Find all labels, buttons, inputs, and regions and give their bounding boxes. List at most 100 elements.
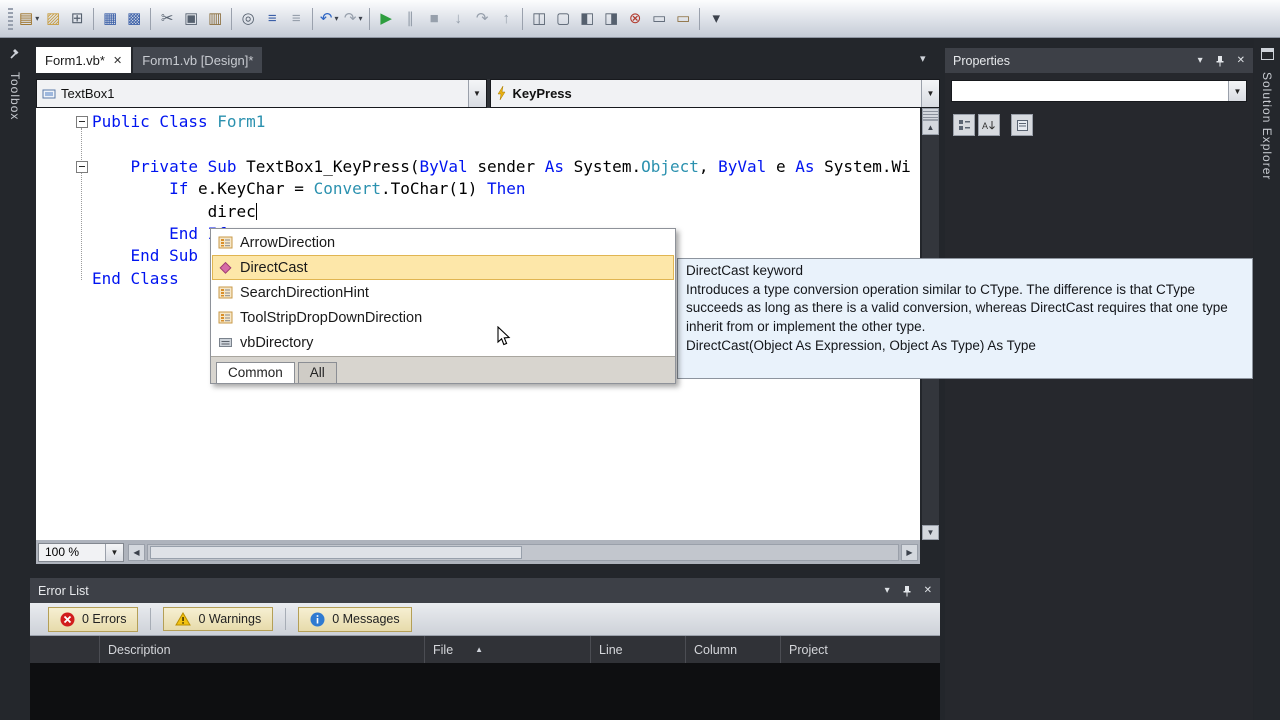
immediate-window-icon[interactable]: ▭	[647, 6, 671, 32]
solution-explorer-rail-tab[interactable]: Solution Explorer	[1254, 38, 1280, 720]
toolbar-icon-glyph: ✂	[160, 10, 174, 27]
zoom-combo[interactable]: 100 % ▼	[38, 542, 124, 562]
save-all-icon[interactable]: ▩	[122, 6, 146, 32]
toolbox-window-icon[interactable]: ◨	[599, 6, 623, 32]
save-icon[interactable]: ▦	[98, 6, 122, 32]
horizontal-scroll-thumb[interactable]	[150, 545, 522, 559]
find-icon[interactable]: ◎	[236, 6, 260, 32]
toolbar-icon-glyph: ▣	[184, 10, 199, 27]
add-new-project-icon[interactable]: ⊞	[65, 6, 89, 32]
error-filter-button[interactable]: 0 Errors	[48, 606, 139, 632]
code-line[interactable]: Public Class Form1	[36, 111, 920, 133]
undo-icon[interactable]: ↶ ▾	[317, 6, 341, 32]
tab-list-chevron-icon[interactable]: ▾	[920, 52, 926, 65]
toolbar-icons: ▤ ▾ ▨ ⊞ ▦ ▩ ✂ ▣ ▥ ◎ ≡ ≡ ↶ ▾ ↷ ▾ ▶ ∥ ■ ↓ ↷ ↑ ◫ ▢ ◧ ◨ ⊗ ▭ ▭ ▾	[17, 6, 728, 32]
error-filter-button[interactable]: 0 Messages	[298, 606, 412, 632]
completion-item[interactable]: ArrowDirection	[212, 230, 674, 255]
property-pages-icon[interactable]	[1011, 114, 1033, 136]
object-combo-dropdown-icon[interactable]: ▼	[467, 80, 486, 107]
code-line[interactable]: direc	[36, 201, 920, 223]
error-list-title: Error List	[38, 583, 89, 598]
toolbar-icon-glyph: ↶	[319, 10, 333, 27]
column-header[interactable]: Description	[100, 636, 425, 663]
uncomment-icon[interactable]: ≡	[284, 6, 308, 32]
column-header[interactable]: File ▲	[425, 636, 591, 663]
redo-icon[interactable]: ↷ ▾	[341, 6, 365, 32]
toolbar-icon-glyph: ◫	[532, 10, 547, 27]
horizontal-scroll-track[interactable]	[147, 543, 899, 561]
close-icon[interactable]: ✕	[1237, 55, 1245, 66]
scroll-down-icon[interactable]: ▼	[922, 525, 939, 540]
toolbar-grip[interactable]	[8, 7, 13, 30]
scroll-right-icon[interactable]: ▶	[901, 543, 918, 561]
split-editor-handle[interactable]	[922, 108, 939, 120]
completion-filter-tab[interactable]: Common	[216, 362, 295, 383]
comment-icon[interactable]: ≡	[260, 6, 284, 32]
step-into-icon[interactable]: ↓	[446, 6, 470, 32]
close-icon[interactable]: ✕	[924, 585, 932, 596]
stop-debugging-icon[interactable]: ■	[422, 6, 446, 32]
fold-toggle-icon[interactable]	[76, 160, 88, 173]
error-list-window-icon[interactable]: ⊗	[623, 6, 647, 32]
pin-icon[interactable]	[902, 585, 912, 597]
document-tab[interactable]: Form1.vb [Design]*	[133, 47, 263, 73]
column-header[interactable]: Line	[591, 636, 686, 663]
toolbar-icon-glyph: ↑	[502, 10, 510, 27]
cut-icon[interactable]: ✂	[155, 6, 179, 32]
pin-icon[interactable]	[1215, 55, 1225, 67]
properties-combo-dropdown-icon[interactable]: ▼	[1228, 81, 1246, 101]
error-filter-button[interactable]: 0 Warnings	[163, 607, 274, 631]
completion-filter-tab[interactable]: All	[297, 362, 337, 383]
text-caret	[255, 202, 258, 220]
zoom-dropdown-icon[interactable]: ▼	[105, 543, 123, 561]
solution-explorer-icon[interactable]: ◫	[527, 6, 551, 32]
add-item-icon[interactable]: ▤ ▾	[17, 6, 41, 32]
properties-object-combo[interactable]: ▼	[951, 80, 1247, 102]
event-combo[interactable]: KeyPress ▼	[489, 79, 940, 108]
break-all-icon[interactable]: ∥	[398, 6, 422, 32]
paste-icon[interactable]: ▥	[203, 6, 227, 32]
properties-window-icon[interactable]: ▢	[551, 6, 575, 32]
start-debugging-icon[interactable]: ▶	[374, 6, 398, 32]
error-list-body[interactable]	[30, 663, 940, 720]
dropdown-arrow-icon[interactable]: ▾	[358, 14, 362, 23]
alphabetical-icon[interactable]: A	[978, 114, 1000, 136]
window-menu-chevron-icon[interactable]: ▾	[1198, 55, 1203, 66]
column-header[interactable]: Column	[686, 636, 781, 663]
categorized-icon[interactable]	[953, 114, 975, 136]
object-combo[interactable]: TextBox1 ▼	[36, 79, 487, 108]
toolbar-icon-glyph: ▦	[103, 10, 118, 27]
completion-item[interactable]: vbDirectory	[212, 330, 674, 355]
command-window-icon[interactable]: ▭	[671, 6, 695, 32]
dropdown-arrow-icon[interactable]: ▾	[334, 14, 338, 23]
scroll-left-icon[interactable]: ◀	[128, 543, 145, 561]
completion-item[interactable]: ToolStripDropDownDirection	[212, 305, 674, 330]
error-filter-label: 0 Messages	[332, 612, 400, 626]
completion-item-label: ToolStripDropDownDirection	[240, 309, 423, 326]
mouse-cursor-icon	[497, 325, 512, 352]
toolbox-rail-tab[interactable]: Toolbox	[0, 38, 30, 720]
toolbar-icon-glyph: ◎	[241, 10, 255, 27]
window-menu-chevron-icon[interactable]: ▾	[885, 585, 890, 596]
open-file-icon[interactable]: ▨	[41, 6, 65, 32]
code-text: End Class	[92, 268, 179, 288]
event-combo-dropdown-icon[interactable]: ▼	[921, 80, 939, 107]
properties-title: Properties	[953, 53, 1010, 68]
column-header[interactable]	[30, 636, 100, 663]
column-header[interactable]: Project	[781, 636, 940, 663]
code-line[interactable]: Private Sub TextBox1_KeyPress(ByVal send…	[36, 156, 920, 178]
code-line[interactable]	[36, 133, 920, 155]
completion-item[interactable]: SearchDirectionHint	[212, 280, 674, 305]
scroll-up-icon[interactable]: ▲	[922, 120, 939, 135]
dropdown-arrow-icon[interactable]: ▾	[35, 14, 39, 23]
fold-toggle-icon[interactable]	[76, 116, 88, 128]
code-line[interactable]: If e.KeyChar = Convert.ToChar(1) Then	[36, 178, 920, 200]
copy-icon[interactable]: ▣	[179, 6, 203, 32]
step-over-icon[interactable]: ↷	[470, 6, 494, 32]
completion-item[interactable]: DirectCast	[212, 255, 674, 280]
step-out-icon[interactable]: ↑	[494, 6, 518, 32]
toolbar-overflow-icon[interactable]: ▾	[704, 6, 728, 32]
document-tab[interactable]: Form1.vb* ✕	[36, 47, 132, 73]
object-browser-icon[interactable]: ◧	[575, 6, 599, 32]
close-icon[interactable]: ✕	[113, 54, 122, 67]
